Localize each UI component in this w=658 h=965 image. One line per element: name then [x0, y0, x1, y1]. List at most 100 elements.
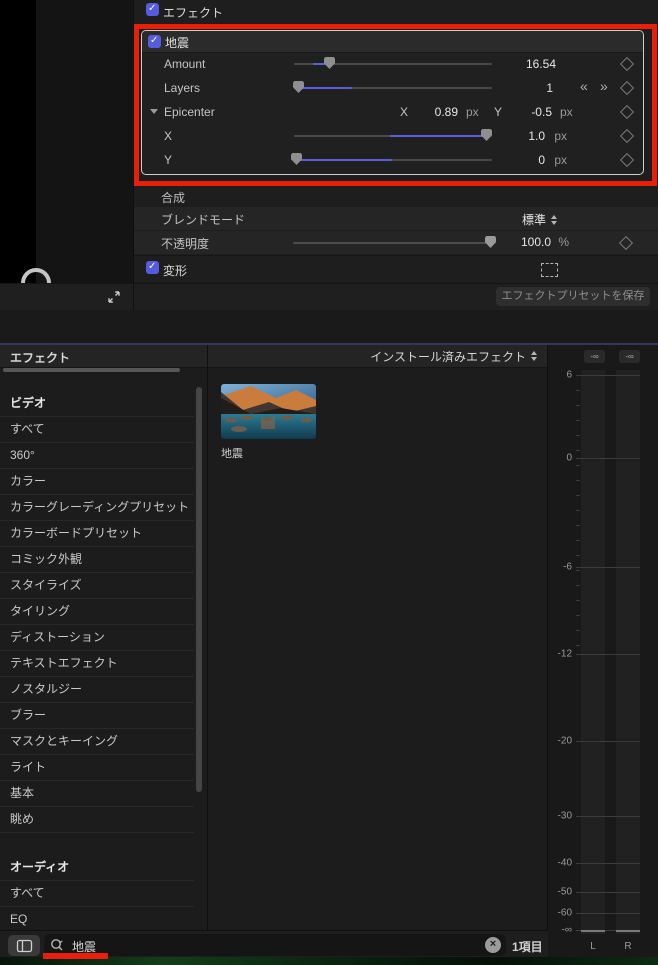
opacity-value[interactable]: 100.0 — [521, 235, 551, 249]
layers-slider-fill — [299, 87, 352, 89]
category-label: タイリング — [10, 604, 71, 618]
next-keyframe-arrow-icon[interactable]: » — [600, 79, 608, 93]
sidebar-category-item[interactable]: カラーボードプリセット — [0, 521, 194, 547]
sidebar-category-item[interactable]: コミック外観 — [0, 547, 194, 573]
sidebar-category-item[interactable]: スタイライズ — [0, 573, 194, 599]
sidebar-category-item[interactable]: カラー — [0, 469, 194, 495]
opacity-slider-track[interactable] — [293, 242, 491, 244]
layers-keyframe-diamond[interactable] — [619, 80, 635, 96]
category-label: ノスタルジー — [10, 682, 83, 696]
popup-stepper-icon — [531, 351, 537, 361]
category-label: すべて — [10, 886, 45, 900]
epicenter-y-value[interactable]: -0.5 — [504, 105, 552, 119]
quake-checkbox[interactable] — [148, 35, 161, 48]
y-slider-thumb[interactable] — [291, 153, 302, 165]
category-list: ビデオ すべて 360° カラー カラーグレーディングプリセット カラーボードプ… — [0, 391, 194, 930]
epicenter-keyframe-diamond[interactable] — [619, 104, 635, 120]
right-peak-badge: -∞ — [619, 350, 640, 363]
sidebar-category-item[interactable]: ブラー — [0, 703, 194, 729]
amount-keyframe-diamond[interactable] — [619, 56, 635, 72]
right-channel-label: R — [624, 941, 632, 952]
meter-tick-label: -30 — [557, 810, 572, 822]
sidebar-category-item[interactable]: オーディオ — [0, 855, 194, 881]
prev-keyframe-arrow-icon[interactable]: « — [580, 79, 588, 93]
sidebar-category-item[interactable]: ビデオ — [0, 391, 194, 417]
sidebar-category-item[interactable] — [0, 833, 194, 855]
y-row: Y 0 px — [142, 148, 643, 172]
sidebar-category-item[interactable]: 眺め — [0, 807, 194, 833]
annotation-underline — [43, 953, 108, 959]
epicenter-y-label: Y — [494, 105, 503, 119]
amount-slider-thumb[interactable] — [324, 57, 335, 69]
meter-tick-label: 0 — [566, 452, 572, 464]
minor-tick-marks — [576, 375, 580, 655]
y-slider-fill — [297, 159, 392, 161]
search-field[interactable]: × — [44, 934, 506, 956]
sidebar-category-item[interactable]: マスクとキーイング — [0, 729, 194, 755]
layers-value[interactable]: 1 — [546, 81, 553, 95]
divider — [547, 345, 548, 959]
sidebar-category-item[interactable]: 基本 — [0, 781, 194, 807]
sidebar-category-item[interactable]: テキストエフェクト — [0, 651, 194, 677]
quake-header[interactable]: 地震 — [142, 31, 643, 53]
search-input[interactable] — [70, 936, 454, 956]
meter-tick-label: -20 — [557, 735, 572, 747]
disclosure-triangle-icon[interactable] — [150, 109, 158, 114]
sidebar-horizontal-scrollbar[interactable] — [3, 368, 180, 372]
meter-tick-label: -6 — [563, 561, 572, 573]
category-label: 基本 — [10, 786, 35, 800]
sidebar-category-item[interactable]: すべて — [0, 881, 194, 907]
popup-stepper-icon — [551, 214, 558, 225]
meter-tick-label: -40 — [557, 857, 572, 869]
category-label: マスクとキーイング — [10, 734, 119, 748]
effect-thumbnail[interactable] — [221, 384, 316, 439]
x-keyframe-diamond[interactable] — [619, 128, 635, 144]
effects-browser: エフェクト インストール済みエフェクト ビデオ すべて 360° カラー カラー… — [0, 343, 658, 960]
category-label: スタイライズ — [10, 578, 82, 592]
blend-mode-value: 標準 — [522, 213, 547, 227]
layers-row: Layers 1 « » — [142, 76, 643, 100]
y-value[interactable]: 0 — [538, 153, 545, 167]
sidebar-category-item[interactable]: ディストーション — [0, 625, 194, 651]
sidebar-category-item[interactable]: 360° — [0, 443, 194, 469]
x-value[interactable]: 1.0 — [528, 129, 545, 143]
quake-effect-section: 地震 Amount 16.54 Layers 1 « » — [141, 30, 644, 175]
sidebar-category-item[interactable]: タイリング — [0, 599, 194, 625]
effects-section-row: エフェクト — [134, 0, 658, 24]
sidebar-category-item[interactable]: ノスタルジー — [0, 677, 194, 703]
sidebar-toggle-button[interactable] — [8, 935, 40, 956]
expand-viewer-icon[interactable] — [106, 289, 122, 308]
meter-tick-label: -12 — [557, 648, 572, 660]
epicenter-x-value[interactable]: 0.89 — [410, 105, 458, 119]
x-unit: px — [554, 129, 567, 143]
opacity-keyframe-diamond[interactable] — [618, 235, 634, 251]
viewer-area — [0, 0, 133, 283]
installed-effects-popup[interactable]: インストール済みエフェクト — [209, 345, 547, 367]
sidebar-category-item[interactable]: カラーグレーディングプリセット — [0, 495, 194, 521]
blend-mode-popup[interactable]: 標準 — [522, 211, 558, 228]
right-meter-channel — [616, 370, 640, 934]
final-cut-pro-window: エフェクト 地震 Amount 16.54 Layers — [0, 0, 658, 965]
category-label: 眺め — [10, 812, 35, 826]
sidebar-vertical-scrollbar[interactable] — [196, 387, 202, 792]
browser-search-bar: × 1項目 — [0, 930, 548, 960]
category-label: カラーグレーディングプリセット — [10, 500, 190, 514]
amount-value[interactable]: 16.54 — [526, 57, 556, 71]
amount-label: Amount — [164, 57, 206, 71]
layers-slider-thumb[interactable] — [293, 81, 304, 93]
right-meter-level — [616, 930, 640, 932]
opacity-slider-thumb[interactable] — [485, 236, 496, 248]
sidebar-category-item[interactable]: EQ — [0, 907, 194, 930]
save-effect-preset-button[interactable]: エフェクトプリセットを保存 — [496, 287, 650, 306]
clear-search-icon[interactable]: × — [485, 937, 501, 953]
effects-checkbox[interactable] — [146, 3, 159, 16]
transform-checkbox[interactable] — [146, 261, 159, 274]
x-slider-thumb[interactable] — [481, 129, 492, 141]
epicenter-x-label: X — [400, 105, 409, 119]
y-keyframe-diamond[interactable] — [619, 152, 635, 168]
transform-onscreen-controls-icon[interactable] — [541, 263, 558, 277]
left-peak-badge: -∞ — [584, 350, 605, 363]
sidebar-category-item[interactable]: ライト — [0, 755, 194, 781]
sidebar-category-item[interactable]: すべて — [0, 417, 194, 443]
meter-tick-label: -∞ — [561, 924, 572, 936]
